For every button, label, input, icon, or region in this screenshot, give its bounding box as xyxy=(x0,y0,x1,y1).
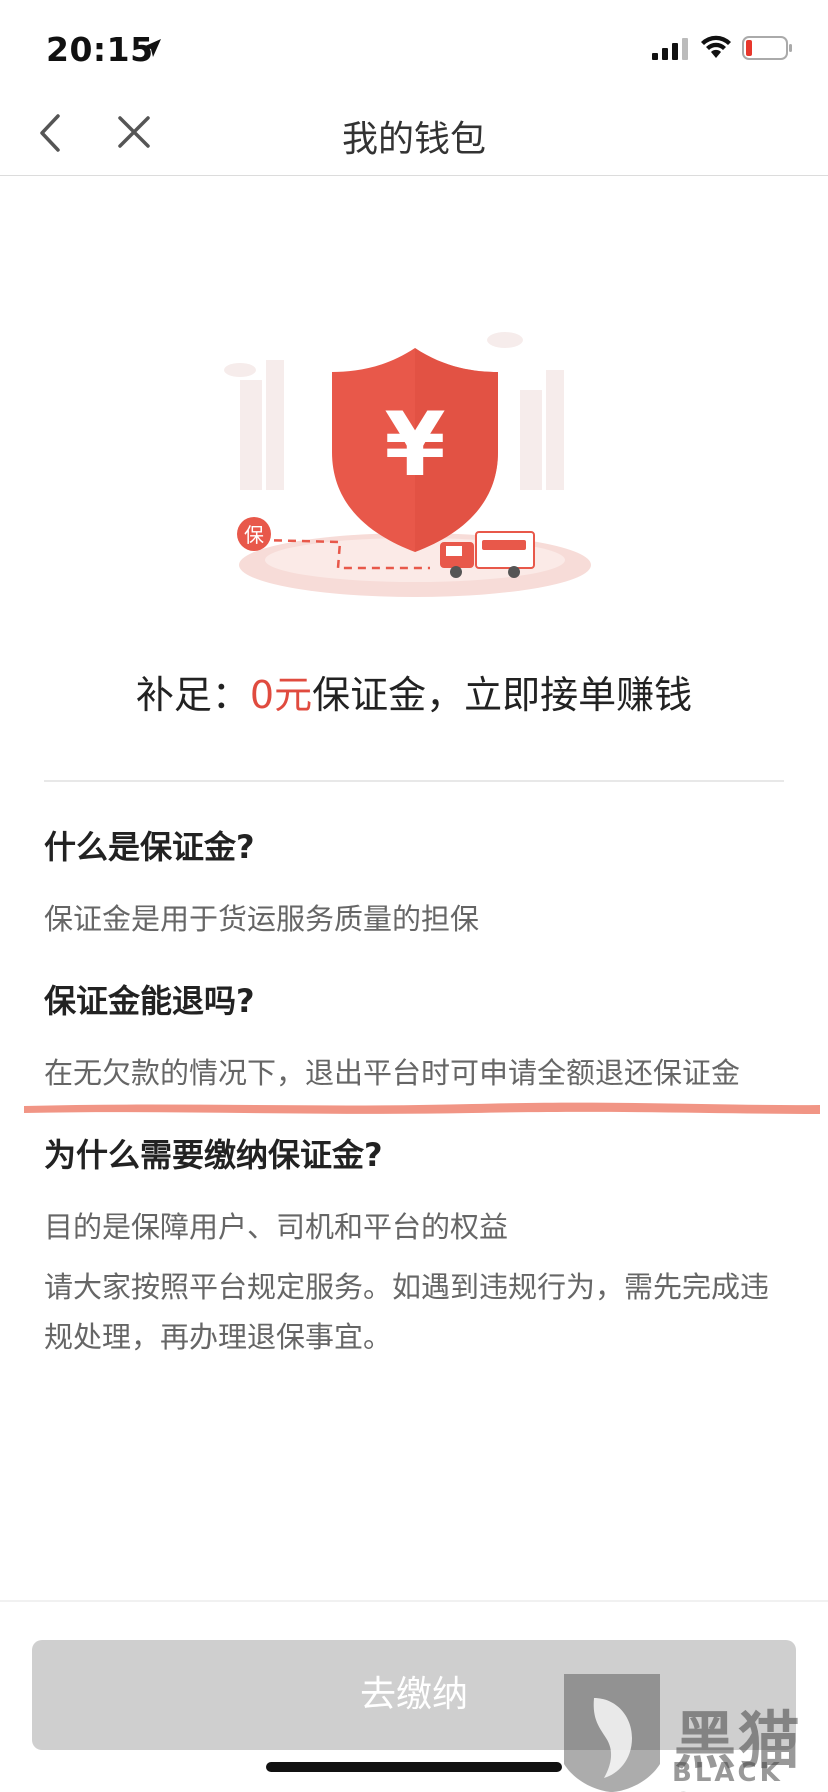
status-time: 20:15 xyxy=(46,30,154,69)
guarantee-badge-icon: 保 xyxy=(237,517,271,551)
headline-prefix: 补足： xyxy=(135,673,250,717)
rules-notice: 请大家按照平台规定服务。如遇到违规行为，需先完成违规处理，再办理退保事宜。 xyxy=(44,1270,770,1354)
yuan-symbol: ¥ xyxy=(384,393,445,496)
headline-suffix: 保证金，立即接单赚钱 xyxy=(312,673,693,717)
section-divider xyxy=(44,780,784,782)
bottom-divider xyxy=(0,1600,828,1602)
highlight-underline-stroke xyxy=(24,1102,820,1114)
page-title: 我的钱包 xyxy=(341,119,486,160)
battery-low-icon xyxy=(742,36,792,60)
deposit-amount: 0元 xyxy=(249,673,313,717)
faq-answer: 在无欠款的情况下，退出平台时可申请全额退还保证金 xyxy=(44,1056,741,1090)
faq-item: 保证金能退吗? 在无欠款的情况下，退出平台时可申请全额退还保证金 xyxy=(44,976,788,1092)
home-indicator xyxy=(266,1762,562,1772)
location-arrow-icon xyxy=(143,39,161,57)
faq-answer: 保证金是用于货运服务质量的担保 xyxy=(44,902,480,936)
wallet-deposit-illustration: ¥ 保 xyxy=(224,332,591,597)
nav-bar: 我的钱包 xyxy=(0,96,828,176)
cellular-signal-icon xyxy=(652,38,688,60)
wifi-icon xyxy=(701,35,731,58)
faq-item: 为什么需要缴纳保证金? 目的是保障用户、司机和平台的权益 xyxy=(44,1130,788,1246)
watermark-sub: BLACK CAT xyxy=(672,1758,783,1792)
deposit-headline: 补足：0元保证金，立即接单赚钱 xyxy=(0,664,828,719)
faq-item: 什么是保证金? 保证金是用于货运服务质量的担保 xyxy=(44,822,788,938)
faq-question: 保证金能退吗? xyxy=(44,982,255,1020)
faq-question: 为什么需要缴纳保证金? xyxy=(44,1136,383,1174)
faq-question: 什么是保证金? xyxy=(44,828,255,866)
svg-text:保: 保 xyxy=(244,523,264,547)
faq-answer: 目的是保障用户、司机和平台的权益 xyxy=(44,1210,509,1244)
status-bar: 20:15 xyxy=(0,0,828,96)
shield-icon: ¥ xyxy=(332,348,498,552)
